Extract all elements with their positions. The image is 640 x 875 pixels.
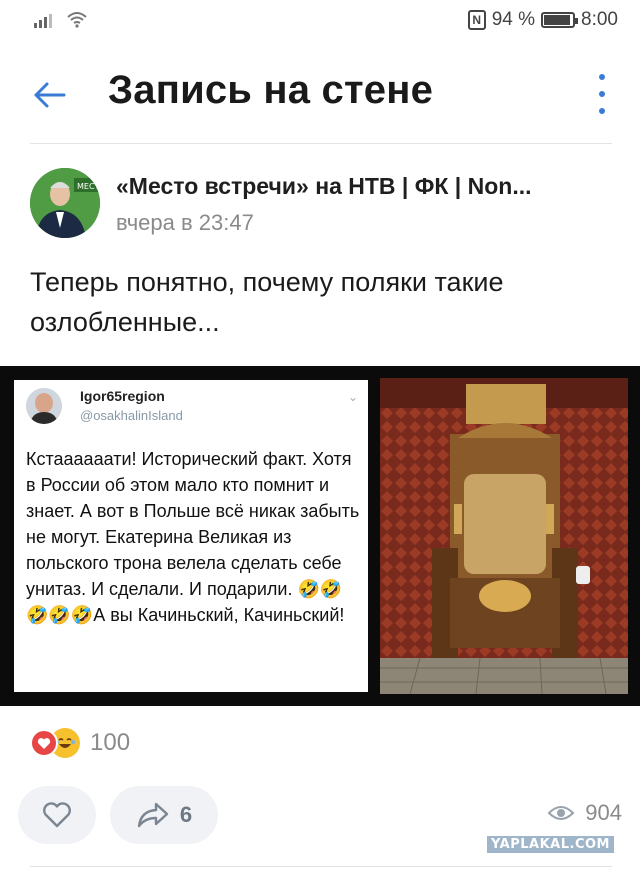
signal-icon (34, 12, 52, 28)
share-arrow-icon (137, 802, 169, 828)
tweet-author-handle: @osakhalinIsland (80, 408, 183, 423)
share-count: 6 (179, 802, 193, 827)
eye-icon (547, 806, 575, 820)
author-name[interactable]: «Место встречи» на НТВ | ФК | Non... (116, 173, 532, 200)
tweet-author-name: Igor65region (80, 388, 165, 404)
arrow-left-icon (34, 82, 66, 108)
throne-photo (380, 378, 628, 694)
status-right: N 94 % 8:00 (467, 9, 618, 31)
battery-percent: 94 % (491, 9, 536, 30)
reaction-count: 100 (90, 729, 131, 756)
share-button[interactable]: 6 (110, 786, 218, 844)
heart-reaction-icon (30, 729, 58, 757)
more-button[interactable] (590, 74, 614, 114)
divider-bottom (30, 866, 612, 867)
chevron-down-icon: ⌄ (347, 390, 358, 404)
app-header: Запись на стене (0, 50, 640, 140)
battery-icon (541, 12, 579, 28)
divider (30, 143, 612, 144)
tweet-screenshot: Igor65region @osakhalinIsland ⌄ Кстааааа… (14, 380, 368, 692)
post-author[interactable]: МЕСТО «Место встречи» на НТВ | ФК | Non.… (30, 168, 620, 244)
watermark: YAPLAKAL.COM (487, 836, 614, 853)
clock: 8:00 (581, 9, 618, 30)
community-avatar[interactable]: МЕСТО (30, 168, 100, 238)
heart-outline-icon (43, 802, 71, 828)
post-time: вчера в 23:47 (116, 210, 254, 235)
post-image[interactable]: Igor65region @osakhalinIsland ⌄ Кстааааа… (0, 366, 640, 706)
svg-text:МЕСТО: МЕСТО (77, 182, 100, 191)
page-title: Запись на стене (108, 68, 434, 112)
reactions-summary[interactable]: 100 (30, 726, 130, 760)
post-text: Теперь понятно, почему поляки такие озло… (30, 267, 504, 337)
back-button[interactable] (24, 70, 74, 120)
wifi-icon (67, 12, 87, 28)
like-button[interactable] (18, 786, 96, 844)
tweet-avatar (26, 388, 62, 424)
nfc-icon: N (467, 10, 486, 30)
more-vertical-icon (599, 74, 605, 80)
views-count: 904 (585, 800, 622, 825)
views-counter: 904 (547, 800, 622, 826)
status-bar: N 94 % 8:00 (0, 0, 640, 42)
tweet-text: Кстаааааати! Исторический факт. Хотя в Р… (26, 449, 360, 625)
